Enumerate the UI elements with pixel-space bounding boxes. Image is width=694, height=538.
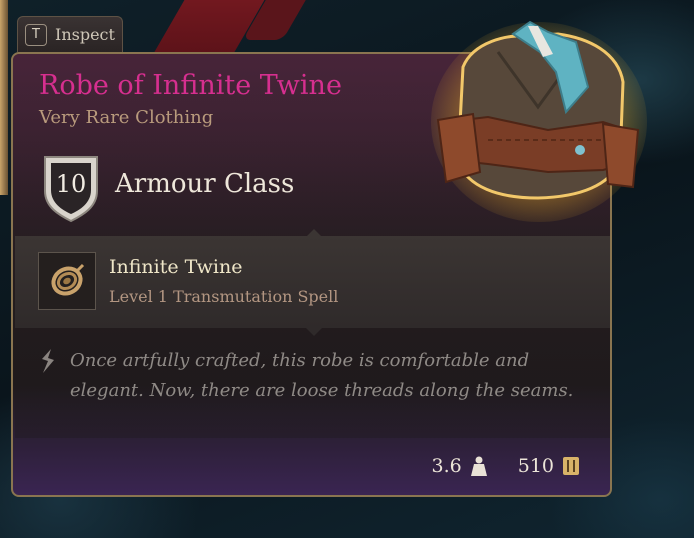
item-rarity: Very Rare Clothing (39, 107, 214, 128)
item-footer: 3.6 510 (432, 455, 580, 477)
weight-value: 3.6 (431, 455, 462, 477)
background-panel-edge (0, 0, 8, 195)
rope-coil-icon[interactable] (38, 252, 96, 310)
item-name: Robe of Infinite Twine (39, 70, 342, 101)
quill-icon (42, 349, 54, 373)
spell-level: Level 1 Transmutation Spell (109, 287, 339, 306)
weight-icon (470, 456, 487, 476)
inspect-label: Inspect (55, 25, 115, 44)
armour-class-label: Armour Class (115, 169, 295, 199)
gold-coin-icon (563, 457, 579, 475)
spell-name: Infinite Twine (109, 256, 243, 278)
gold-value: 510 (517, 455, 554, 477)
spell-section (15, 236, 610, 328)
inspect-key-hint: T (25, 23, 47, 46)
armour-class-value: 10 (55, 170, 87, 198)
robe-icon (431, 20, 647, 222)
inspect-button[interactable]: T Inspect (17, 16, 123, 52)
item-description: Once artfully crafted, this robe is comf… (70, 350, 574, 401)
